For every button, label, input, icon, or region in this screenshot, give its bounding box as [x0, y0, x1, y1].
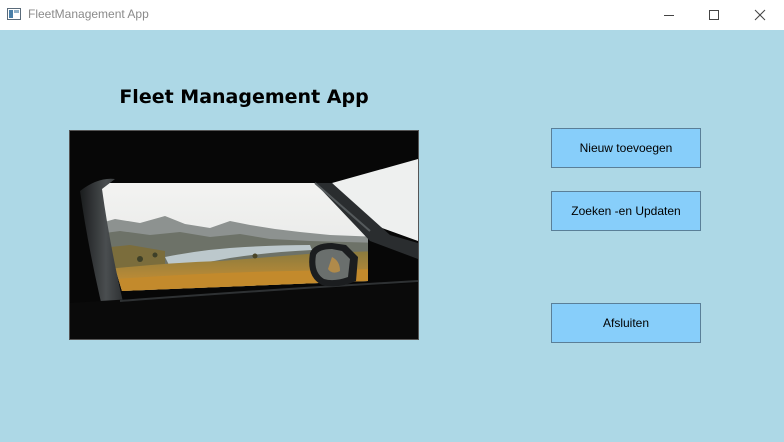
window-title: FleetManagement App	[28, 7, 149, 21]
page-title: Fleet Management App	[119, 86, 369, 108]
app-window-icon	[7, 8, 21, 20]
exit-button[interactable]: Afsluiten	[551, 303, 701, 343]
minimize-button[interactable]	[646, 0, 692, 30]
title-bar[interactable]: FleetManagement App	[0, 0, 784, 30]
add-new-button[interactable]: Nieuw toevoegen	[551, 128, 701, 168]
search-update-button[interactable]: Zoeken -en Updaten	[551, 191, 701, 231]
minimize-icon	[664, 15, 674, 16]
car-window-landscape-photo	[69, 130, 419, 340]
close-button[interactable]	[737, 0, 783, 30]
maximize-icon	[709, 10, 719, 20]
close-icon	[754, 9, 766, 21]
maximize-button[interactable]	[691, 0, 737, 30]
app-window: FleetManagement App Fleet Management App	[0, 0, 784, 442]
